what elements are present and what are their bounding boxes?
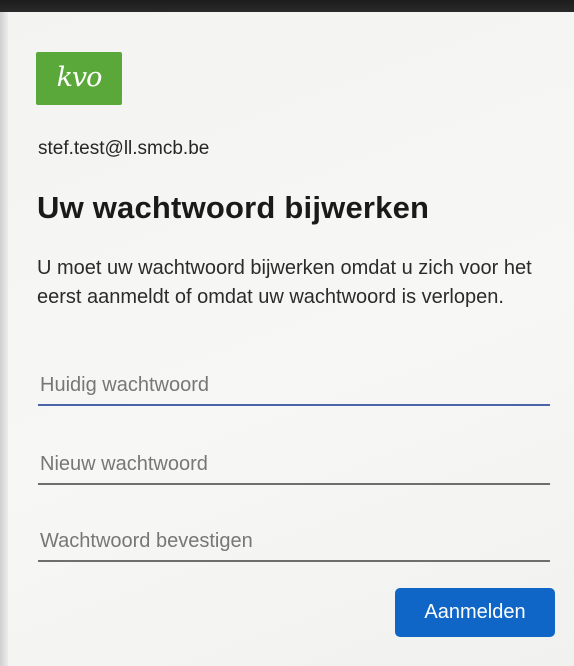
photo-left-edge xyxy=(0,12,8,666)
kvo-logo: kvo xyxy=(36,52,122,105)
sign-in-card xyxy=(8,12,574,666)
screen-top-bezel xyxy=(0,0,574,12)
current-password-input[interactable] xyxy=(38,366,550,406)
sign-in-button[interactable]: Aanmelden xyxy=(395,588,555,637)
page-description: U moet uw wachtwoord bijwerken omdat u z… xyxy=(37,257,532,308)
logo-text: kvo xyxy=(56,62,103,93)
account-email: stef.test@ll.smcb.be xyxy=(38,138,210,159)
confirm-password-input[interactable] xyxy=(38,522,550,562)
new-password-input[interactable] xyxy=(38,445,550,485)
page-title: Uw wachtwoord bijwerken xyxy=(37,190,430,225)
